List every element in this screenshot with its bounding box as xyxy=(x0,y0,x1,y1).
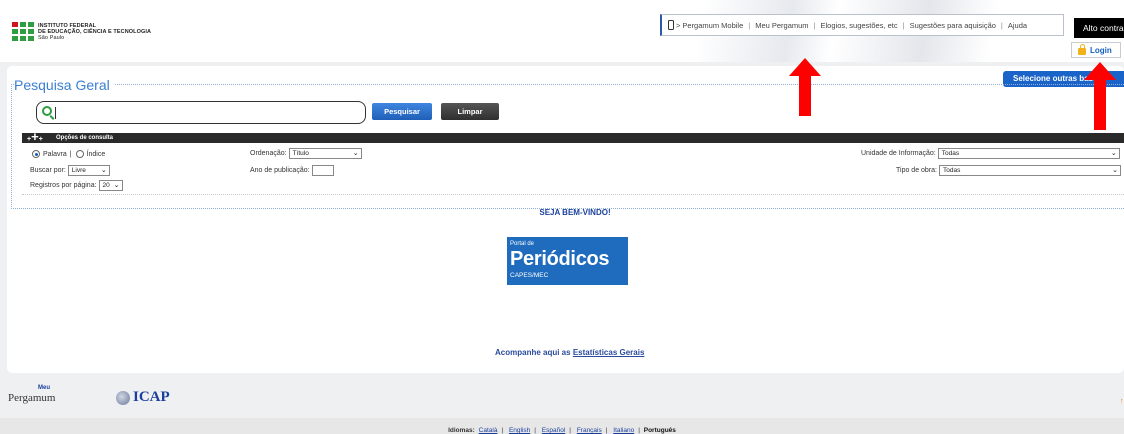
language-link-italiano[interactable]: Italiano xyxy=(613,427,634,434)
institution-logo[interactable]: INSTITUTO FEDERAL DE EDUCAÇÃO, CIÊNCIA E… xyxy=(12,22,151,41)
lock-icon xyxy=(1078,43,1086,55)
search-by-select[interactable]: Livre ⌄ xyxy=(67,165,110,176)
pergamum-logo-text: Pergamum xyxy=(8,392,56,404)
welcome-heading: SEJA BEM-VINDO! xyxy=(539,208,611,217)
high-contrast-button[interactable]: Alto contraste xyxy=(1074,18,1124,38)
header: INSTITUTO FEDERAL DE EDUCAÇÃO, CIÊNCIA E… xyxy=(0,0,1124,62)
chevron-down-icon: ⌄ xyxy=(1110,150,1117,157)
language-current: Português xyxy=(643,427,676,434)
icap-emblem-icon xyxy=(116,390,130,405)
query-options-label: Opções de consulta xyxy=(56,135,114,141)
search-title: Pesquisa Geral xyxy=(14,77,114,93)
link-pergamum-mobile[interactable]: Pergamum Mobile xyxy=(682,21,743,30)
statistics-prefix: Acompanhe aqui as xyxy=(495,348,571,357)
statistics-link[interactable]: Estatísticas Gerais xyxy=(573,348,645,357)
periodicos-capes-banner[interactable]: Portal de Periódicos CAPES/MEC xyxy=(507,237,628,285)
order-label: Ordenação: xyxy=(250,150,287,157)
chevron-down-icon: ⌄ xyxy=(352,150,359,157)
chevron-down-icon: ⌄ xyxy=(100,167,107,174)
clear-button[interactable]: Limpar xyxy=(441,103,499,120)
per-page-field: Registros por página: 20 ⌄ xyxy=(30,180,123,191)
search-by-field: Buscar por: Livre ⌄ xyxy=(30,165,110,176)
link-elogios[interactable]: Elogios, sugestões, etc xyxy=(821,21,898,30)
year-label: Ano de publicação: xyxy=(250,167,310,174)
chevron-down-icon: ⌄ xyxy=(113,182,120,189)
radio-index-label: Índice xyxy=(86,150,106,158)
work-type-label: Tipo de obra: xyxy=(896,167,937,174)
periodicos-line-3: CAPES/MEC xyxy=(510,272,549,279)
per-page-label: Registros por página: xyxy=(30,182,97,189)
periodicos-line-1: Portal de xyxy=(510,241,535,247)
search-icon xyxy=(42,106,52,116)
search-by-value: Livre xyxy=(71,167,86,174)
annotation-arrow-login xyxy=(1084,62,1116,130)
language-link-francais[interactable]: Français xyxy=(577,427,602,434)
search-mode-radios: Palavra | Índice xyxy=(32,150,105,158)
unit-select[interactable]: Todas ⌄ xyxy=(937,148,1120,159)
footer-logos: Meu Pergamum ICAP xyxy=(0,376,1124,416)
work-type-select[interactable]: Todas ⌄ xyxy=(939,165,1121,176)
if-logo-icon xyxy=(12,22,34,41)
per-page-value: 20 xyxy=(102,182,110,189)
language-link-english[interactable]: English xyxy=(509,427,530,434)
query-options-bar[interactable]: +++ Opções de consulta xyxy=(22,130,1124,143)
language-link-catala[interactable]: Català xyxy=(479,427,498,434)
icap-logo[interactable]: ICAP xyxy=(116,389,170,406)
radio-index[interactable] xyxy=(75,150,84,158)
radio-word[interactable] xyxy=(32,150,40,158)
logo-line-3: São Paulo xyxy=(38,34,65,41)
link-meu-pergamum[interactable]: Meu Pergamum xyxy=(755,21,808,30)
work-type-value: Todas xyxy=(943,167,961,174)
mobile-phone-icon xyxy=(668,20,674,30)
work-type-field: Tipo de obra: Todas ⌄ xyxy=(896,165,1121,176)
login-button[interactable]: Login xyxy=(1071,42,1121,58)
order-value: Título xyxy=(292,150,309,157)
icap-logo-text: ICAP xyxy=(133,389,170,405)
year-field: Ano de publicação: xyxy=(250,165,334,176)
unit-field: Unidade de Informação: Todas ⌄ xyxy=(861,148,1120,159)
orange-marker: ↑ xyxy=(1120,398,1124,405)
search-by-label: Buscar por: xyxy=(30,167,66,174)
order-field: Ordenação: Título ⌄ xyxy=(250,148,362,159)
unit-value: Todas xyxy=(941,150,960,157)
login-label: Login xyxy=(1090,45,1112,55)
pergamum-logo-meu: Meu xyxy=(38,385,50,391)
statistics-text: Acompanhe aqui as Estatísticas Gerais xyxy=(495,348,644,357)
annotation-arrow-meu-pergamum xyxy=(789,58,821,116)
unit-label: Unidade de Informação: xyxy=(861,150,936,157)
top-links-bar: > Pergamum Mobile | Meu Pergamum | Elogi… xyxy=(660,14,1064,36)
year-input[interactable] xyxy=(311,165,334,176)
radio-word-label: Palavra xyxy=(43,150,67,158)
search-button[interactable]: Pesquisar xyxy=(372,103,432,120)
language-bar: Idiomas: Català | English | Español | Franç… xyxy=(0,418,1124,434)
page: INSTITUTO FEDERAL DE EDUCAÇÃO, CIÊNCIA E… xyxy=(0,0,1124,434)
chevron-down-icon: ⌄ xyxy=(1112,167,1118,174)
logo-line-2: DE EDUCAÇÃO, CIÊNCIA E TECNOLOGIA xyxy=(38,28,152,35)
link-sugestoes-aquisicao[interactable]: Sugestões para aquisição xyxy=(910,21,996,30)
languages-label: Idiomas: xyxy=(448,427,475,434)
per-page-select[interactable]: 20 ⌄ xyxy=(98,180,123,191)
link-ajuda[interactable]: Ajuda xyxy=(1008,21,1027,30)
language-link-espanol[interactable]: Español xyxy=(542,427,566,434)
search-input-wrapper[interactable] xyxy=(36,101,366,124)
pergamum-logo[interactable]: Meu Pergamum xyxy=(8,385,56,404)
search-input[interactable] xyxy=(55,104,355,121)
periodicos-line-2: Periódicos xyxy=(510,248,610,270)
order-select[interactable]: Título ⌄ xyxy=(288,148,362,159)
